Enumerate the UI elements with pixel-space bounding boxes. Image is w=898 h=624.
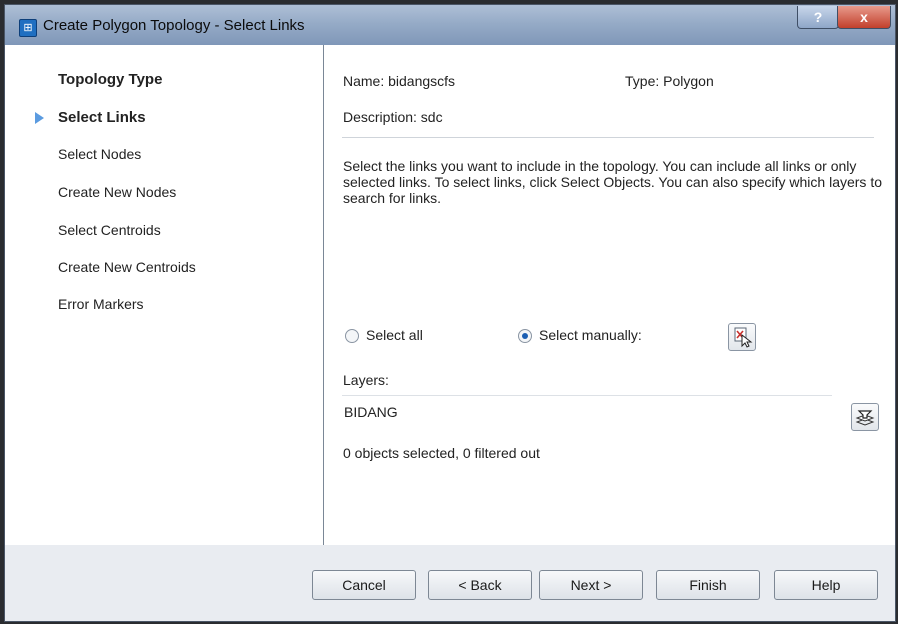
- next-button[interactable]: Next >: [539, 570, 643, 600]
- select-manually-label[interactable]: Select manually:: [539, 327, 642, 343]
- select-all-label[interactable]: Select all: [366, 327, 423, 343]
- current-step-arrow-icon: [35, 112, 44, 124]
- step-select-centroids[interactable]: Select Centroids: [58, 222, 161, 238]
- topology-type: Type: Polygon: [625, 73, 714, 89]
- cancel-button[interactable]: Cancel: [312, 570, 416, 600]
- topology-description: Description: sdc: [343, 109, 443, 125]
- select-manually-radio[interactable]: [518, 329, 532, 343]
- step-create-new-nodes[interactable]: Create New Nodes: [58, 184, 176, 200]
- step-error-markers[interactable]: Error Markers: [58, 296, 144, 312]
- layers-icon: [855, 410, 875, 426]
- wizard-content-panel: Name: bidangscfs Type: Polygon Descripti…: [324, 45, 895, 545]
- separator: [342, 137, 874, 138]
- wizard-steps-sidebar: Topology Type Select Links Select Nodes …: [5, 45, 324, 545]
- selection-status: 0 objects selected, 0 filtered out: [343, 445, 540, 461]
- step-select-links[interactable]: Select Links: [58, 109, 146, 126]
- step-create-new-centroids[interactable]: Create New Centroids: [58, 259, 196, 275]
- close-button[interactable]: x: [837, 6, 891, 29]
- help-title-button[interactable]: ?: [797, 6, 839, 29]
- select-objects-button[interactable]: [728, 323, 756, 351]
- select-objects-icon: [734, 327, 753, 348]
- layers-label: Layers:: [343, 372, 389, 388]
- layers-list-top-border: [342, 395, 832, 396]
- topology-name: Name: bidangscfs: [343, 73, 456, 89]
- instructions-text: Select the links you want to include in …: [343, 158, 882, 206]
- dialog-window: ⊞ Create Polygon Topology - Select Links…: [4, 4, 896, 622]
- layer-item-bidang[interactable]: BIDANG: [344, 404, 398, 420]
- select-all-radio[interactable]: [345, 329, 359, 343]
- finish-button[interactable]: Finish: [656, 570, 760, 600]
- window-title: Create Polygon Topology - Select Links: [43, 17, 305, 34]
- button-bar: Cancel < Back Next > Finish Help: [5, 546, 895, 621]
- layer-filter-button[interactable]: [851, 403, 879, 431]
- app-icon: ⊞: [19, 19, 37, 37]
- help-button[interactable]: Help: [774, 570, 878, 600]
- step-select-nodes[interactable]: Select Nodes: [58, 146, 141, 162]
- step-topology-type[interactable]: Topology Type: [58, 71, 162, 88]
- back-button[interactable]: < Back: [428, 570, 532, 600]
- title-bar: ⊞ Create Polygon Topology - Select Links…: [5, 5, 895, 45]
